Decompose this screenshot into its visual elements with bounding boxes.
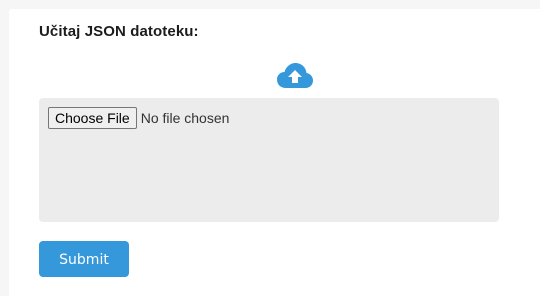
cloud-upload-icon — [277, 63, 313, 89]
form-title: Učitaj JSON datoteku: — [39, 23, 199, 40]
upload-card: Učitaj JSON datoteku: Choose File No fil… — [9, 9, 540, 296]
file-input[interactable]: Choose File No file chosen — [48, 107, 229, 129]
file-dropzone[interactable]: Choose File No file chosen — [39, 98, 499, 222]
file-status-text: No file chosen — [140, 110, 230, 126]
submit-button[interactable]: Submit — [39, 241, 129, 277]
choose-file-button[interactable]: Choose File — [48, 107, 137, 129]
